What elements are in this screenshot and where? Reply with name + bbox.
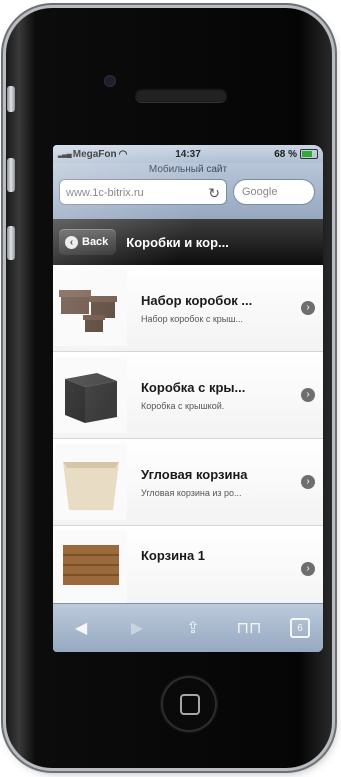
safari-bottom-toolbar: ◀ ▶ ⇪ ⊓⊓ 6 xyxy=(53,603,323,652)
chevron-right-icon: › xyxy=(301,562,315,576)
chevron-left-icon: ‹ xyxy=(65,235,78,249)
product-thumbnail xyxy=(55,444,127,520)
front-camera xyxy=(104,75,116,87)
share-icon[interactable]: ⇪ xyxy=(178,613,208,643)
volume-up-button xyxy=(7,158,15,192)
volume-down-button xyxy=(7,226,15,260)
back-arrow-icon[interactable]: ◀ xyxy=(66,613,96,643)
battery-fill xyxy=(302,151,312,157)
product-list: Набор коробок ... Набор коробок с крыш..… xyxy=(53,265,323,613)
item-name: Набор коробок ... xyxy=(141,292,253,308)
earpiece-speaker xyxy=(135,88,227,102)
product-thumbnail xyxy=(55,531,127,607)
item-name: Корзина 1 xyxy=(141,548,206,563)
back-button[interactable]: ‹ Back xyxy=(59,229,117,255)
list-item[interactable]: Корзина 1 › xyxy=(53,526,323,613)
page-title: Коробки и кор... xyxy=(126,234,229,250)
url-field[interactable]: www.1c-bitrix.ru ↻ xyxy=(59,179,227,205)
reload-icon[interactable]: ↻ xyxy=(208,185,220,201)
signal-icon: ▂▃▄ xyxy=(58,151,72,158)
wifi-icon: ◠ xyxy=(118,148,128,160)
item-description: Угловая корзина из ро... xyxy=(141,487,242,498)
chevron-right-icon: › xyxy=(301,301,315,315)
wicker-basket-image xyxy=(63,545,119,585)
item-name: Угловая корзина xyxy=(141,466,248,482)
lidded-box-image xyxy=(65,373,117,423)
list-item[interactable]: Набор коробок ... Набор коробок с крыш..… xyxy=(53,265,323,352)
tabs-count: 6 xyxy=(297,622,303,634)
search-field[interactable]: Google xyxy=(233,179,315,205)
boxes-set-image xyxy=(59,290,117,332)
back-label: Back xyxy=(82,236,109,248)
battery-percent: 68 % xyxy=(274,148,297,160)
item-description: Набор коробок с крыш... xyxy=(141,313,243,324)
app-header: ‹ Back Коробки и кор... xyxy=(53,219,323,265)
bookmarks-icon[interactable]: ⊓⊓ xyxy=(234,613,264,643)
list-item[interactable]: Коробка с кры... Коробка с крышкой. › xyxy=(53,352,323,439)
forward-arrow-icon[interactable]: ▶ xyxy=(122,613,152,643)
home-square-icon xyxy=(180,694,200,715)
mute-switch xyxy=(7,86,15,112)
carrier-name: MegaFon xyxy=(72,148,117,160)
item-description: Коробка с крышкой. xyxy=(141,400,225,411)
product-thumbnail xyxy=(55,357,127,433)
browser-page-title: Мобильный сайт xyxy=(148,164,228,175)
chevron-right-icon: › xyxy=(301,475,315,489)
chevron-right-icon: › xyxy=(301,388,315,402)
product-thumbnail xyxy=(55,270,127,346)
url-text: www.1c-bitrix.ru xyxy=(66,187,144,199)
corner-basket-image xyxy=(63,462,119,510)
safari-address-bar: Мобильный сайт www.1c-bitrix.ru ↻ Google xyxy=(53,163,323,219)
battery-icon xyxy=(300,149,318,159)
search-placeholder: Google xyxy=(242,186,278,198)
tabs-icon[interactable]: 6 xyxy=(290,618,310,638)
phone-screen: ▂▃▄ MegaFon ◠ 14:37 68 % Мобильный сайт … xyxy=(53,145,323,652)
list-item[interactable]: Угловая корзина Угловая корзина из ро...… xyxy=(53,439,323,526)
ios-status-bar: ▂▃▄ MegaFon ◠ 14:37 68 % xyxy=(53,145,323,163)
item-name: Коробка с кры... xyxy=(141,379,246,395)
